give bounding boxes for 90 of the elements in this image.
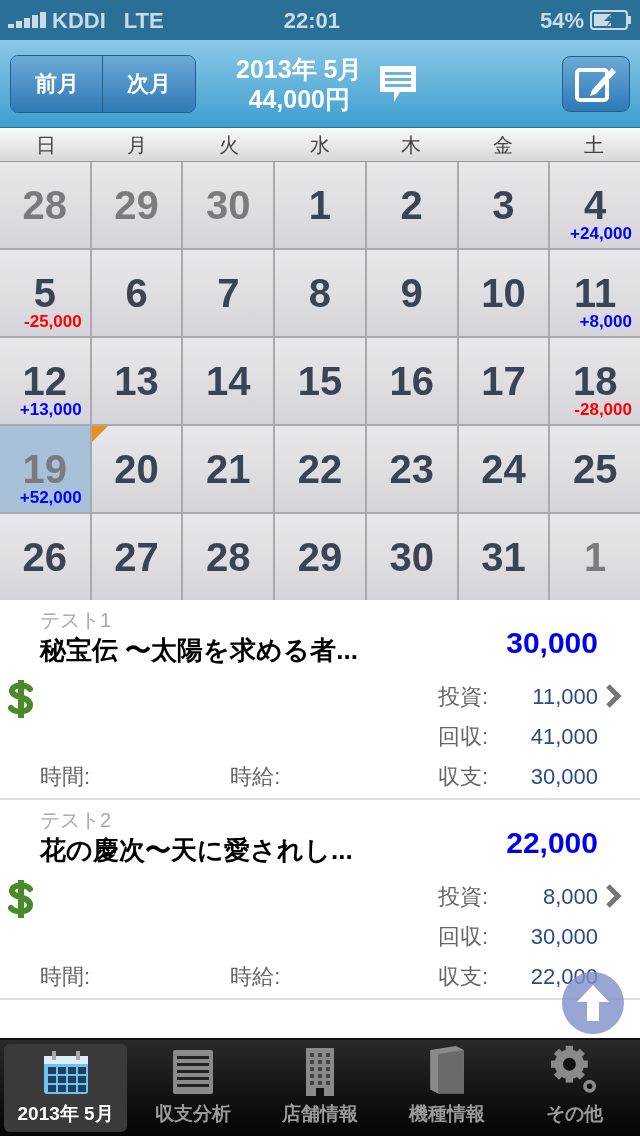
network-text: LTE (123, 6, 164, 35)
battery-text: 54% (539, 6, 584, 35)
day-amount: +52,000 (19, 486, 82, 509)
tab-bar-item[interactable]: 店舗情報 (258, 1044, 382, 1132)
calendar-day[interactable]: 24 (458, 426, 549, 512)
calendar-day[interactable]: 29 (275, 514, 365, 600)
weekday-label: 水 (310, 132, 330, 158)
entry-title: 花の慶次〜天に愛されし... (40, 834, 353, 867)
invest-label: 投資: (437, 882, 488, 911)
calendar-day[interactable]: 15 (275, 338, 365, 424)
calendar-day[interactable]: 19 +52,000 (0, 426, 90, 512)
signal-icon (8, 12, 48, 28)
day-amount: +24,000 (570, 222, 632, 245)
calendar-day[interactable]: 23 (366, 426, 457, 512)
carrier-text: KDDI (52, 6, 106, 35)
weekday-label: 月 (127, 132, 148, 158)
battery-icon (590, 10, 632, 30)
entry-total: 22,000 (506, 825, 598, 861)
entry-title: 秘宝伝 〜太陽を求める者... (40, 634, 358, 667)
comment-icon[interactable] (378, 63, 419, 104)
calendar-day[interactable]: 18 -28,000 (550, 338, 640, 424)
calendar-day[interactable]: 13 (91, 338, 182, 424)
day-amount: -25,000 (24, 310, 82, 333)
collect-label: 回収: (437, 922, 488, 951)
collect-value: 30,000 (529, 922, 598, 951)
entry-total: 30,000 (506, 625, 598, 661)
calendar-day[interactable]: 4 +24,000 (550, 162, 640, 248)
building-icon (306, 1047, 334, 1096)
invest-label: 投資: (437, 682, 488, 711)
balance-value: 22,000 (529, 962, 598, 991)
calendar-day[interactable]: 6 (91, 250, 182, 336)
calendar-day[interactable]: 30 (366, 514, 457, 600)
month-title: 2013年 5月 (236, 53, 363, 84)
calendar-day[interactable]: 12 +13,000 (0, 338, 90, 424)
dollar-icon (8, 880, 34, 918)
calendar-day[interactable]: 28 (183, 514, 274, 600)
weekday-label: 日 (35, 132, 56, 158)
calendar-day[interactable]: 5 -25,000 (0, 250, 90, 336)
dollar-icon (8, 680, 34, 718)
calendar-day[interactable]: 22 (275, 426, 365, 512)
collect-label: 回収: (437, 722, 488, 751)
day-amount: +8,000 (579, 310, 632, 333)
calendar-day[interactable]: 21 (183, 426, 274, 512)
invest-value: 11,000 (531, 682, 598, 711)
calendar-day[interactable]: 25 (550, 426, 640, 512)
weekday-label: 火 (218, 132, 239, 158)
calendar-day[interactable]: 26 (0, 514, 90, 600)
marker-icon (91, 426, 108, 442)
balance-label: 収支: (437, 762, 488, 791)
calendar-day[interactable]: 10 (458, 250, 549, 336)
calendar-day[interactable]: 7 (183, 250, 274, 336)
time-label: 時間: (40, 762, 91, 791)
chevron-icon (604, 684, 622, 708)
month-total: 44,000円 (248, 83, 350, 114)
wage-label: 時給: (230, 762, 281, 791)
chevron-icon (604, 884, 622, 908)
compose-button[interactable] (562, 55, 630, 112)
entry-tag: テスト2 (40, 808, 353, 832)
tab-bar-item[interactable]: 2013年 5月 (4, 1044, 128, 1132)
tab-bar-item[interactable]: 機種情報 (385, 1044, 509, 1132)
calendar-day[interactable]: 14 (183, 338, 274, 424)
calendar-day[interactable]: 16 (366, 338, 457, 424)
calendar-day[interactable]: 2 (366, 162, 457, 248)
entry-tag: テスト1 (40, 608, 358, 632)
weekday-label: 土 (584, 132, 605, 158)
wage-label: 時給: (230, 962, 281, 991)
calendar-day[interactable]: 8 (275, 250, 365, 336)
calendar-day[interactable]: 3 (458, 162, 549, 248)
collect-value: 41,000 (529, 722, 598, 751)
calendar-day[interactable]: 27 (91, 514, 182, 600)
tab-bar-item[interactable]: その他 (512, 1044, 636, 1132)
day-amount: -28,000 (574, 398, 632, 421)
time-label: 時間: (40, 962, 91, 991)
day-amount: +13,000 (19, 398, 82, 421)
calendar-day[interactable]: 1 (275, 162, 365, 248)
calendar-day[interactable]: 31 (458, 514, 549, 600)
weekday-label: 金 (492, 132, 513, 158)
clock-text: 22:01 (283, 6, 340, 35)
calendar-icon (41, 1049, 90, 1096)
weekday-label: 木 (401, 132, 422, 158)
balance-value: 30,000 (529, 762, 598, 791)
entry-row[interactable]: テスト1 秘宝伝 〜太陽を求める者... 30,000 投資: 11,000 回収: 41,000 時間: 時給: 収支: 30,000 (0, 600, 640, 800)
invest-value: 8,000 (541, 882, 598, 911)
tab-bar-item[interactable]: 収支分析 (131, 1044, 255, 1132)
book-icon (428, 1044, 467, 1096)
calendar-day[interactable]: 11 +8,000 (550, 250, 640, 336)
calendar-day[interactable]: 20 (91, 426, 182, 512)
balance-label: 収支: (437, 962, 488, 991)
calendar-day[interactable]: 17 (458, 338, 549, 424)
calendar-day[interactable]: 9 (366, 250, 457, 336)
